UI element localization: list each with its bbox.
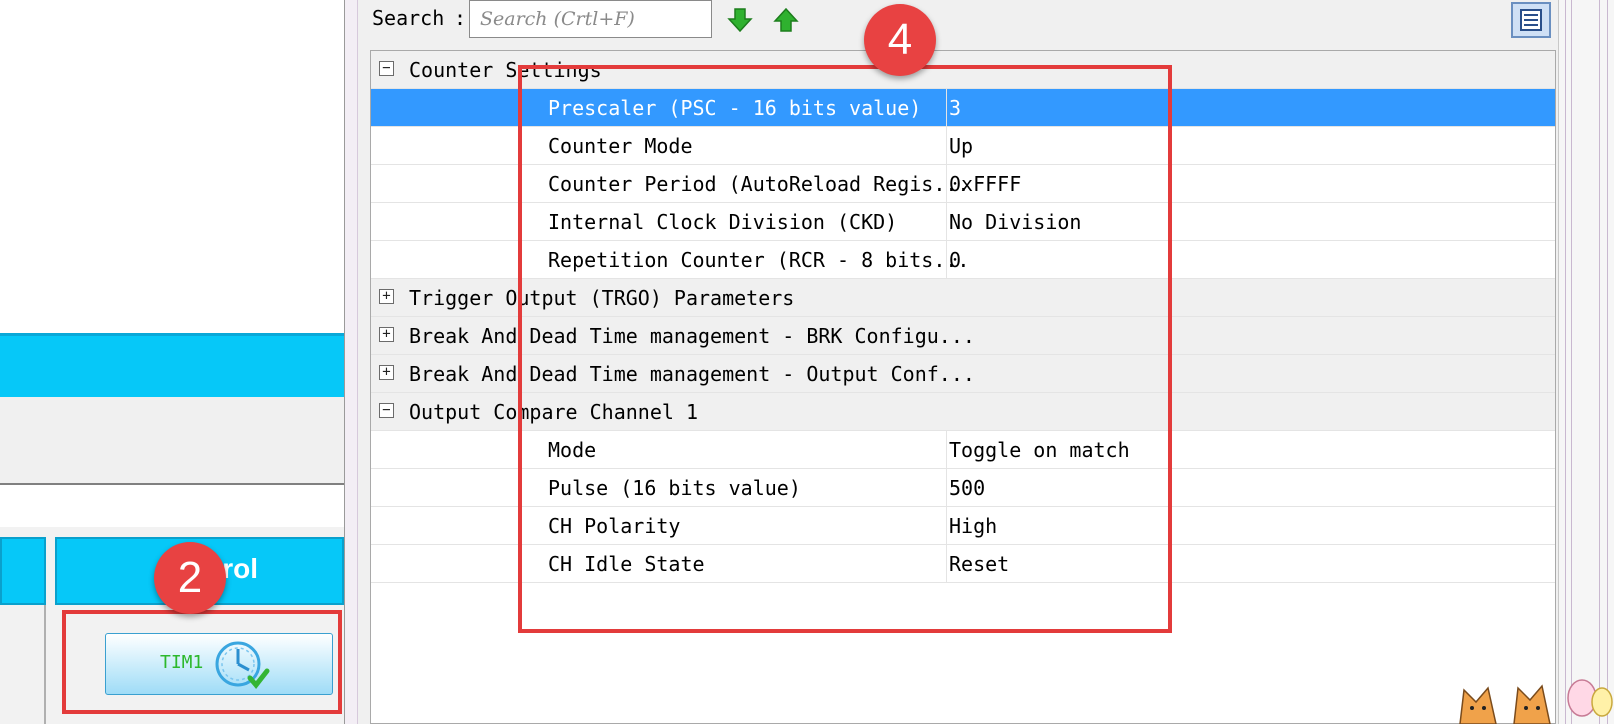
- scroll-track-line: [1571, 0, 1572, 724]
- green-arrow-down-icon[interactable]: [726, 6, 754, 34]
- right-scroll-area[interactable]: [1558, 0, 1614, 724]
- highlight-box-tim1: [62, 610, 342, 714]
- highlight-box-parameters: [518, 65, 1172, 633]
- expand-icon[interactable]: +: [379, 365, 394, 380]
- collapse-icon[interactable]: −: [379, 403, 394, 418]
- green-arrow-up-icon[interactable]: [772, 6, 800, 34]
- search-input[interactable]: [469, 0, 712, 38]
- step-badge-4: 4: [864, 4, 936, 76]
- scroll-track-line: [1607, 0, 1608, 724]
- expand-icon[interactable]: +: [379, 289, 394, 304]
- cat-mascot-icon: [1459, 679, 1613, 724]
- scroll-track-line: [1565, 0, 1566, 724]
- list-view-icon: [1520, 9, 1542, 31]
- pane-splitter[interactable]: [344, 0, 358, 724]
- left-category-tab[interactable]: [0, 537, 46, 605]
- list-view-toggle-button[interactable]: [1511, 2, 1551, 38]
- search-label: Search: [372, 6, 445, 30]
- collapse-icon[interactable]: −: [379, 61, 394, 76]
- scroll-track-line: [1599, 0, 1600, 724]
- column-divider: [44, 605, 46, 724]
- left-gray-strip: [0, 397, 344, 485]
- expand-icon[interactable]: +: [379, 327, 394, 342]
- step-badge-2: 2: [154, 542, 226, 614]
- left-header-bar: [0, 333, 344, 397]
- search-colon: :: [454, 6, 467, 30]
